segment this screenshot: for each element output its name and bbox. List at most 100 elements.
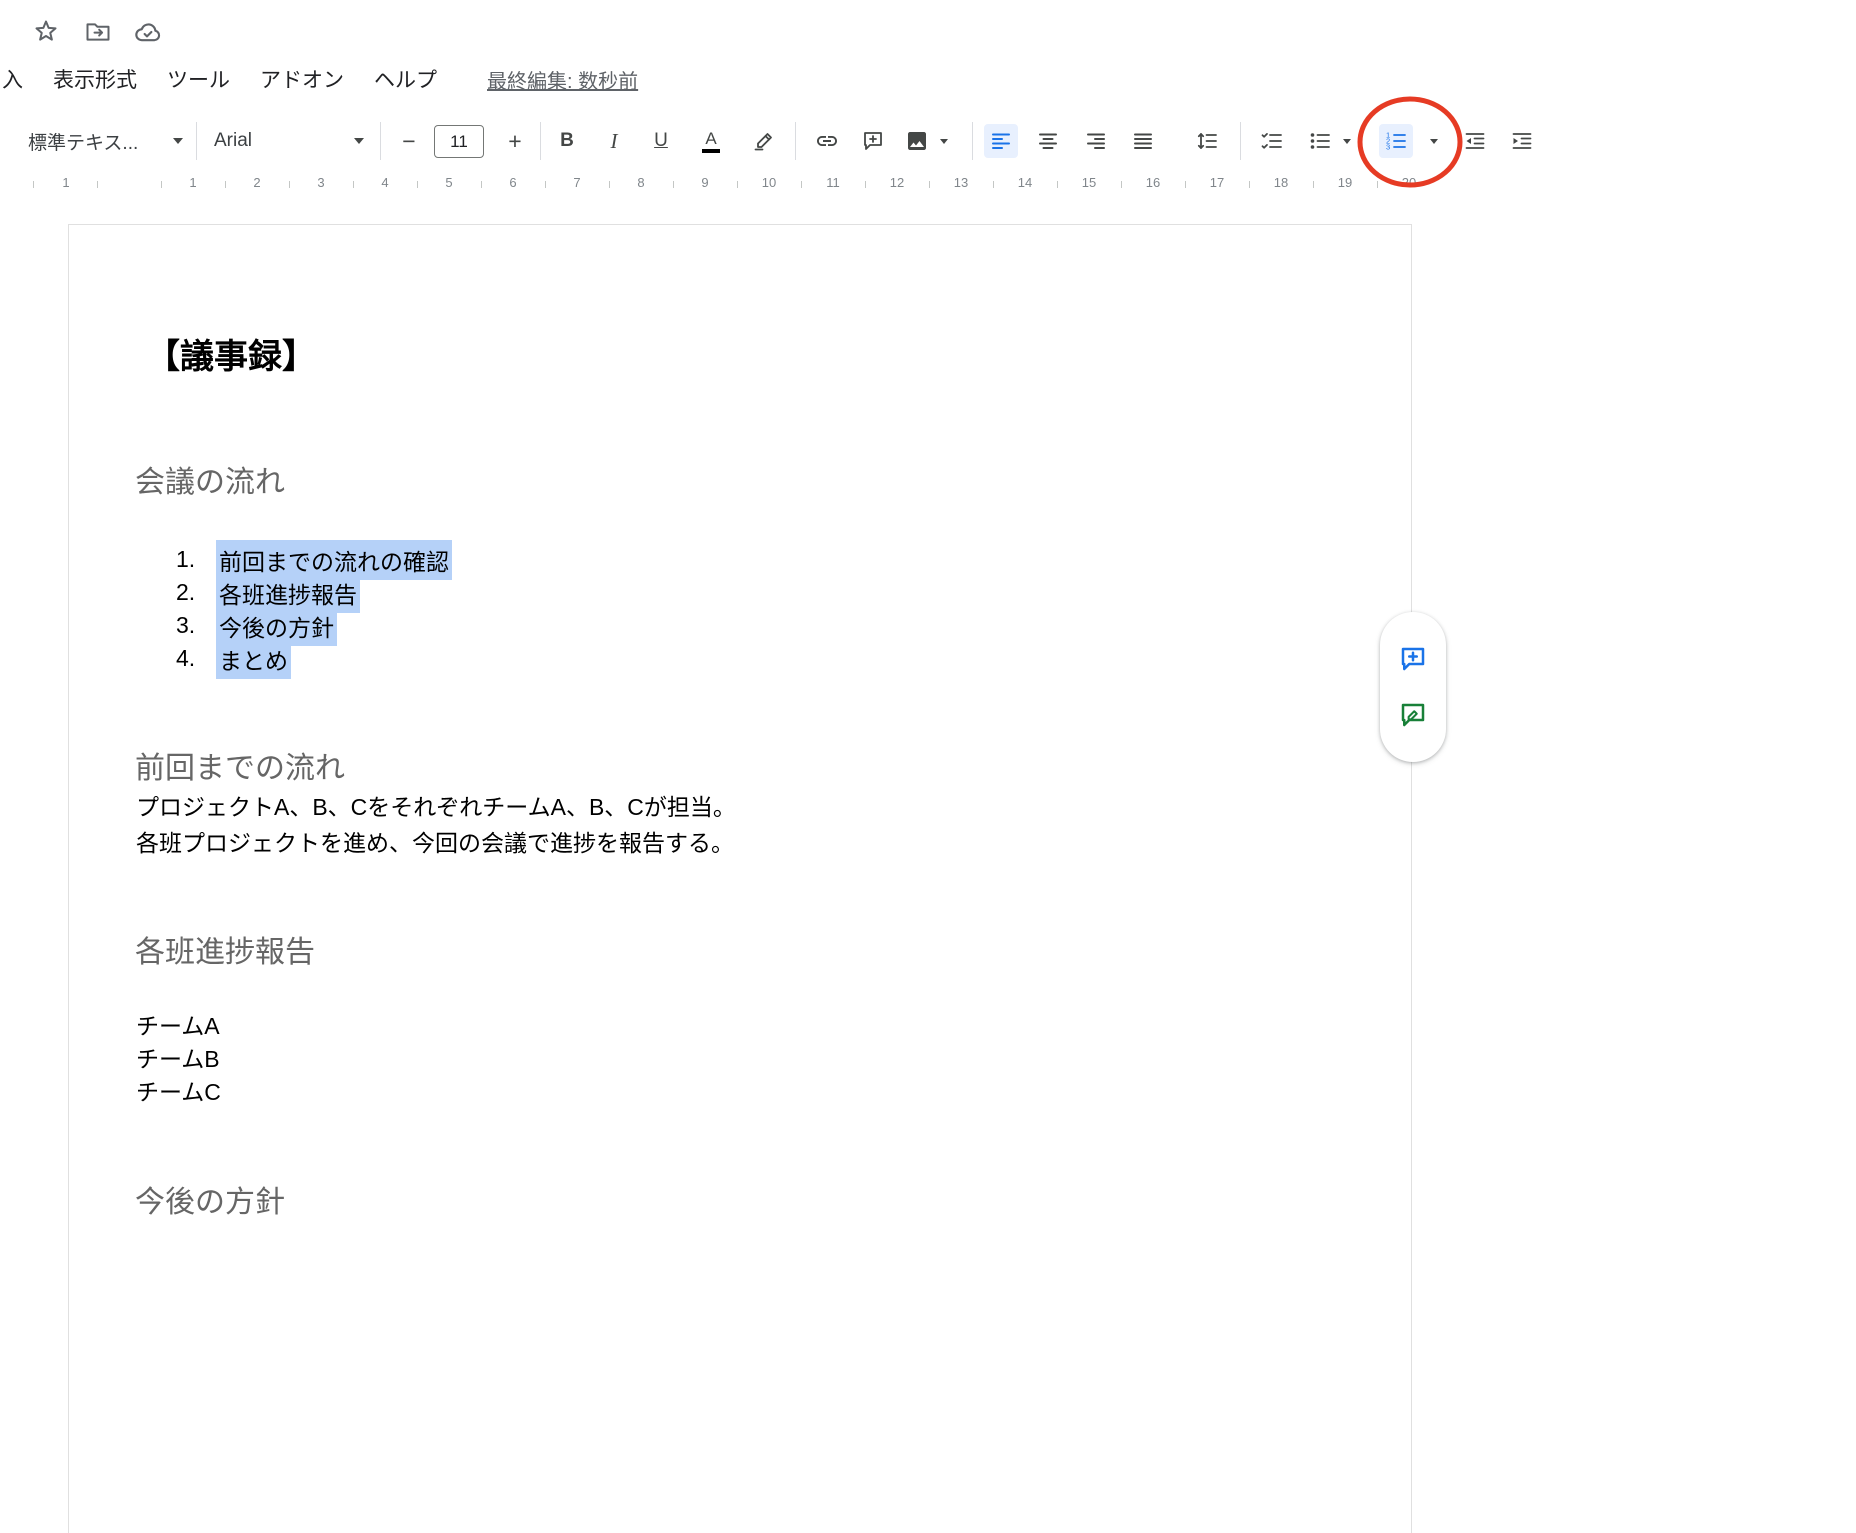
ruler-number: 1 bbox=[62, 175, 69, 190]
align-left-button[interactable] bbox=[984, 124, 1018, 158]
ruler-number: 8 bbox=[637, 175, 644, 190]
heading-progress[interactable]: 各班進捗報告 bbox=[135, 927, 315, 971]
menubar: 入 表示形式 ツール アドオン ヘルプ 最終編集: 数秒前 bbox=[2, 64, 638, 94]
menu-help[interactable]: ヘルプ bbox=[374, 64, 437, 94]
checklist-button[interactable] bbox=[1255, 124, 1289, 158]
ruler-number: 16 bbox=[1146, 175, 1160, 190]
doc-title[interactable]: 【議事録】 bbox=[146, 329, 316, 378]
ruler-tick bbox=[1377, 181, 1378, 188]
paragraph-style-label: 標準テキス... bbox=[28, 128, 138, 155]
align-center-button[interactable] bbox=[1031, 124, 1065, 158]
align-justify-icon bbox=[1131, 129, 1155, 153]
underline-button[interactable]: U bbox=[644, 124, 678, 158]
add-comment-button[interactable] bbox=[1393, 639, 1433, 679]
menu-format[interactable]: 表示形式 bbox=[53, 64, 137, 94]
ruler-number: 10 bbox=[762, 175, 776, 190]
star-button[interactable] bbox=[28, 14, 64, 50]
suggest-edits-icon bbox=[1398, 700, 1428, 730]
ruler-tick bbox=[225, 181, 226, 188]
toolbar-divider bbox=[540, 122, 541, 160]
team-line: チームC bbox=[136, 1076, 221, 1109]
font-dropdown[interactable]: Arial bbox=[214, 124, 364, 158]
numbered-list-button[interactable]: 123 bbox=[1379, 124, 1413, 158]
ruler-number: 4 bbox=[381, 175, 388, 190]
highlighter-icon bbox=[751, 129, 775, 153]
agenda-item-text-selected[interactable]: まとめ bbox=[216, 639, 291, 679]
agenda-item[interactable]: 2.各班進捗報告 bbox=[176, 576, 452, 609]
decrease-indent-button[interactable] bbox=[1458, 124, 1492, 158]
bulleted-list-icon bbox=[1308, 129, 1332, 153]
ruler-number: 1 bbox=[189, 175, 196, 190]
add-comment-icon bbox=[861, 129, 885, 153]
heading-policy[interactable]: 今後の方針 bbox=[135, 1177, 285, 1221]
ruler-tick bbox=[545, 181, 546, 188]
italic-button[interactable]: I bbox=[597, 124, 631, 158]
ruler-number: 6 bbox=[509, 175, 516, 190]
ruler-number: 19 bbox=[1338, 175, 1352, 190]
chevron-down-icon[interactable] bbox=[940, 139, 948, 144]
team-line: チームB bbox=[136, 1043, 221, 1076]
increase-font-size-button[interactable]: + bbox=[498, 124, 532, 158]
ruler-tick bbox=[161, 181, 162, 188]
chevron-down-icon bbox=[354, 138, 364, 144]
insert-comment-button[interactable] bbox=[856, 124, 890, 158]
star-icon bbox=[31, 17, 61, 47]
ruler-number: 13 bbox=[954, 175, 968, 190]
heading-agenda[interactable]: 会議の流れ bbox=[135, 457, 285, 501]
align-right-button[interactable] bbox=[1079, 124, 1113, 158]
last-edit-status[interactable]: 最終編集: 数秒前 bbox=[487, 65, 638, 94]
font-size-input[interactable]: 11 bbox=[434, 125, 484, 158]
bold-button[interactable]: B bbox=[550, 124, 584, 158]
menu-tools[interactable]: ツール bbox=[167, 64, 230, 94]
chevron-down-icon[interactable] bbox=[1343, 139, 1351, 144]
toolbar-divider bbox=[1240, 122, 1241, 160]
agenda-item[interactable]: 3.今後の方針 bbox=[176, 609, 452, 642]
ruler-tick bbox=[801, 181, 802, 188]
align-left-icon bbox=[989, 129, 1013, 153]
align-justify-button[interactable] bbox=[1126, 124, 1160, 158]
ruler-number: 14 bbox=[1018, 175, 1032, 190]
history-paragraph[interactable]: プロジェクトA、B、CをそれぞれチームA、B、Cが担当。各班プロジェクトを進め、… bbox=[136, 789, 736, 861]
text-color-button[interactable]: A bbox=[694, 124, 728, 158]
minus-icon: − bbox=[402, 130, 415, 153]
ruler-tick bbox=[673, 181, 674, 188]
document-page[interactable]: 【議事録】 会議の流れ 1.前回までの流れの確認2.各班進捗報告3.今後の方針4… bbox=[68, 224, 1412, 1533]
increase-indent-icon bbox=[1510, 129, 1534, 153]
ruler-tick bbox=[609, 181, 610, 188]
save-status-button[interactable] bbox=[130, 14, 166, 50]
menu-addons[interactable]: アドオン bbox=[260, 64, 344, 94]
ruler-number: 11 bbox=[826, 175, 840, 190]
menu-insert-partial[interactable]: 入 bbox=[2, 64, 23, 94]
increase-indent-button[interactable] bbox=[1505, 124, 1539, 158]
insert-link-button[interactable] bbox=[810, 124, 844, 158]
team-line: チームA bbox=[136, 1010, 221, 1043]
heading-history[interactable]: 前回までの流れ bbox=[135, 743, 345, 787]
bold-icon: B bbox=[560, 130, 574, 152]
ruler[interactable]: 11234567891011121314151617181920 bbox=[0, 172, 1856, 198]
ruler-tick bbox=[737, 181, 738, 188]
agenda-item[interactable]: 1.前回までの流れの確認 bbox=[176, 543, 452, 576]
move-button[interactable] bbox=[80, 14, 116, 50]
line-spacing-button[interactable] bbox=[1190, 124, 1224, 158]
menubar-items: 入 表示形式 ツール アドオン ヘルプ bbox=[2, 64, 437, 94]
underline-icon: U bbox=[654, 130, 668, 152]
toolbar-divider bbox=[196, 122, 197, 160]
toolbar-divider bbox=[380, 122, 381, 160]
agenda-item[interactable]: 4.まとめ bbox=[176, 642, 452, 675]
chevron-down-icon[interactable] bbox=[1430, 139, 1438, 144]
suggest-edits-button[interactable] bbox=[1393, 695, 1433, 735]
ruler-tick bbox=[289, 181, 290, 188]
paragraph-style-dropdown[interactable]: 標準テキス... bbox=[28, 124, 183, 158]
highlight-color-button[interactable] bbox=[746, 124, 780, 158]
text-color-icon: A bbox=[702, 130, 720, 153]
numbered-list-icon: 123 bbox=[1384, 129, 1408, 153]
image-icon bbox=[905, 129, 929, 153]
team-list[interactable]: チームAチームBチームC bbox=[136, 1010, 221, 1109]
ruler-tick bbox=[1057, 181, 1058, 188]
history-line: プロジェクトA、B、CをそれぞれチームA、B、Cが担当。 bbox=[136, 789, 736, 825]
ruler-tick bbox=[1121, 181, 1122, 188]
add-comment-icon bbox=[1398, 644, 1428, 674]
bulleted-list-button[interactable] bbox=[1303, 124, 1337, 158]
insert-image-button[interactable] bbox=[900, 124, 934, 158]
decrease-font-size-button[interactable]: − bbox=[392, 124, 426, 158]
